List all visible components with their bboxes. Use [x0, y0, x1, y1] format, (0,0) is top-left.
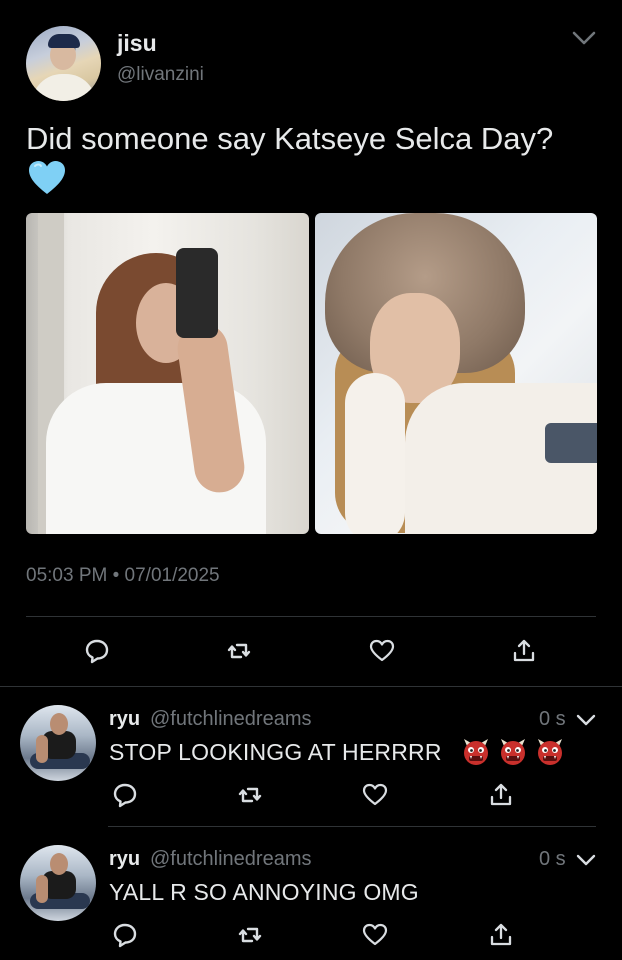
- reply-time: 0 s: [539, 708, 566, 730]
- heart-icon: [362, 923, 388, 946]
- heart-icon: [362, 783, 388, 806]
- like-button[interactable]: [367, 636, 397, 666]
- share-button[interactable]: [486, 780, 516, 810]
- tweet-text: Did someone say Katseye Selca Day?: [26, 121, 554, 156]
- share-icon: [513, 639, 535, 662]
- retweet-button[interactable]: [235, 920, 265, 950]
- retweet-button[interactable]: [224, 636, 254, 666]
- reply-button[interactable]: [110, 920, 140, 950]
- share-icon: [490, 923, 512, 946]
- chevron-down-icon[interactable]: [575, 711, 597, 729]
- tweet-photo-1[interactable]: [26, 213, 309, 534]
- like-button[interactable]: [360, 920, 390, 950]
- tweet-timestamp: 05:03 PM • 07/01/2025: [26, 565, 220, 586]
- reply-username[interactable]: @futchlinedreams: [150, 848, 311, 871]
- heart-icon: [369, 639, 395, 662]
- author-avatar[interactable]: [26, 26, 101, 101]
- speech-bubble-icon: [113, 783, 137, 808]
- divider: [0, 686, 622, 687]
- ogre-icon: [501, 739, 525, 765]
- retweet-icon: [227, 643, 251, 659]
- reply-text: STOP LOOKINGG AT HERRRR: [109, 739, 442, 765]
- divider: [26, 616, 596, 617]
- share-button[interactable]: [486, 920, 516, 950]
- chevron-down-icon[interactable]: [575, 851, 597, 869]
- like-button[interactable]: [360, 780, 390, 810]
- reply-display-name[interactable]: ryu: [109, 848, 140, 871]
- retweet-icon: [238, 787, 262, 803]
- reply-button[interactable]: [82, 636, 112, 666]
- author-username[interactable]: @livanzini: [117, 64, 204, 86]
- retweet-button[interactable]: [235, 780, 265, 810]
- reply-username[interactable]: @futchlinedreams: [150, 708, 311, 731]
- light-blue-heart-icon: [29, 161, 65, 194]
- ogre-icon: [538, 739, 562, 765]
- reply-time: 0 s: [539, 848, 566, 870]
- tweet-photo-2[interactable]: [315, 213, 597, 534]
- reply-display-name[interactable]: ryu: [109, 708, 140, 731]
- retweet-icon: [238, 927, 262, 943]
- speech-bubble-icon: [85, 639, 109, 664]
- chevron-down-icon[interactable]: [571, 28, 597, 48]
- share-button[interactable]: [509, 636, 539, 666]
- author-display-name[interactable]: jisu: [117, 30, 157, 57]
- divider: [108, 826, 596, 827]
- reply-text: YALL R SO ANNOYING OMG: [109, 879, 419, 905]
- share-icon: [490, 783, 512, 806]
- ogre-icon: [464, 739, 488, 765]
- reply-button[interactable]: [110, 780, 140, 810]
- reply-avatar[interactable]: [20, 705, 96, 781]
- reply-avatar[interactable]: [20, 845, 96, 921]
- speech-bubble-icon: [113, 923, 137, 948]
